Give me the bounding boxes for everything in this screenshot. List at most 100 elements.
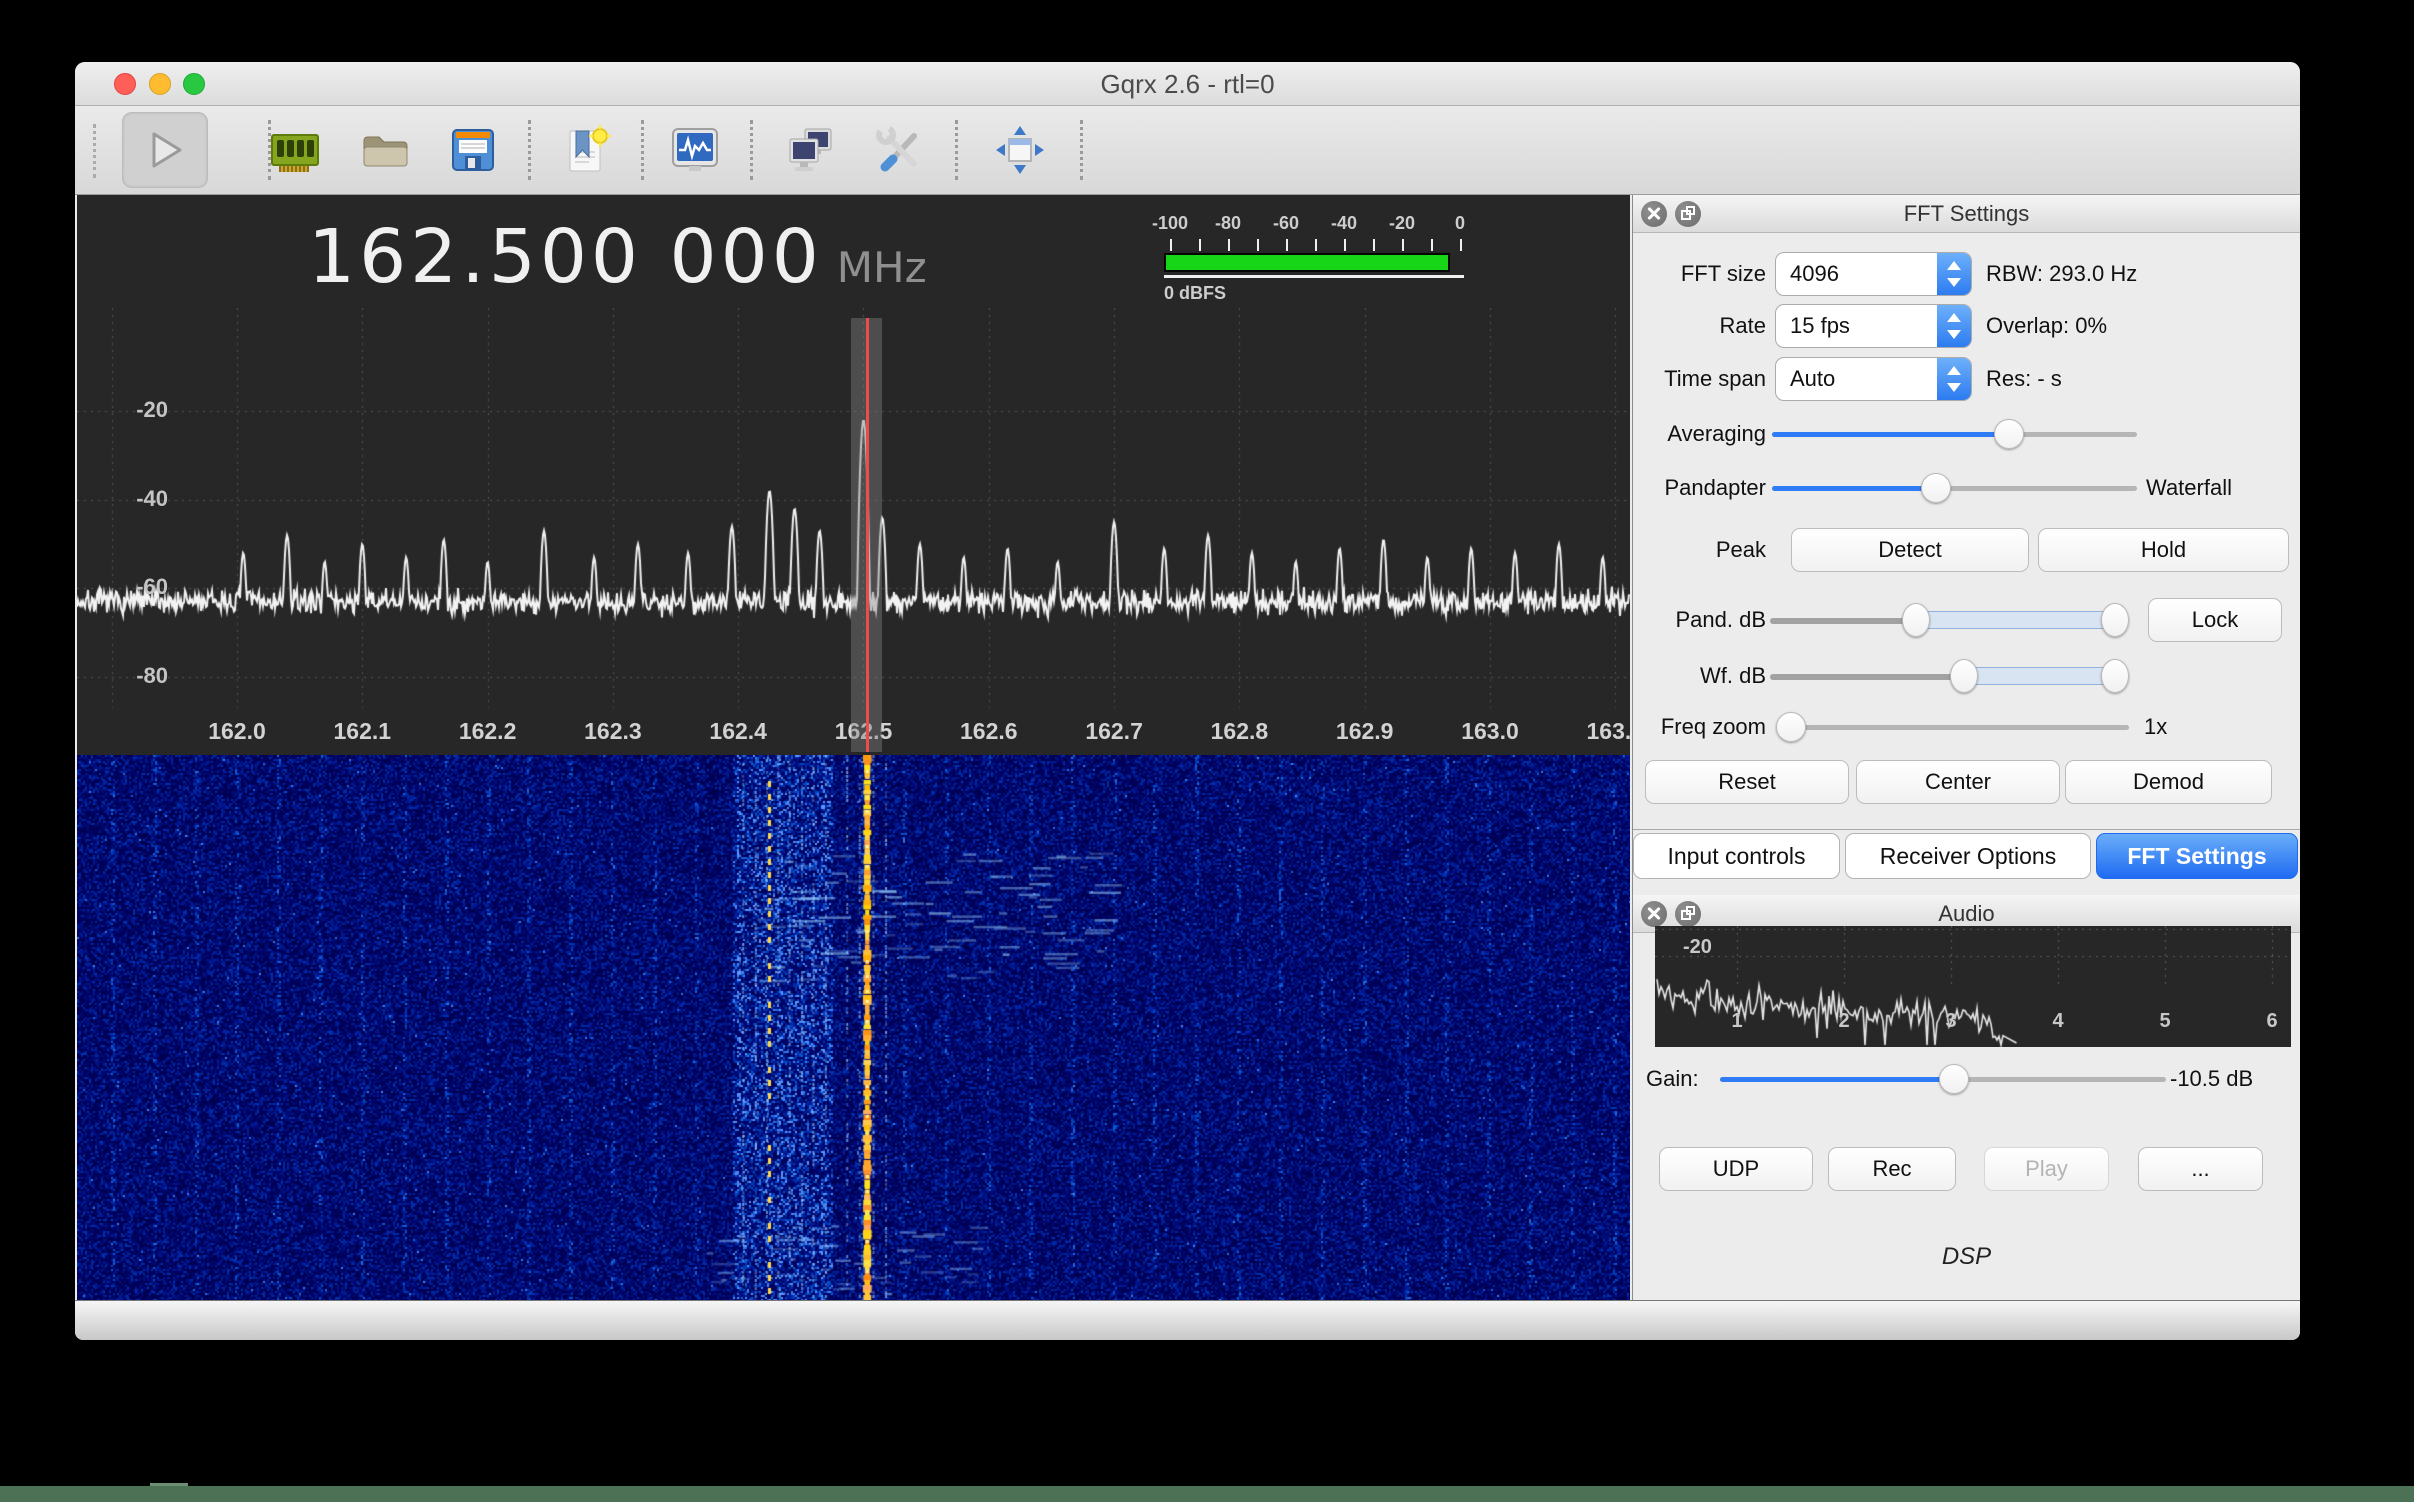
rbw-text: RBW: 293.0 Hz bbox=[1986, 252, 2137, 296]
computers-icon bbox=[782, 122, 838, 178]
db-tick-label: -60 bbox=[106, 574, 168, 600]
freq-tick-label: 162.9 bbox=[1336, 708, 1394, 755]
circuit-board-icon bbox=[267, 122, 323, 178]
toolbar-separator bbox=[955, 120, 958, 180]
audio-freq-tick-label: 4 bbox=[2052, 1010, 2063, 1033]
fft-size-select[interactable]: 4096 bbox=[1775, 252, 1972, 296]
dsp-dock-label: DSP bbox=[1633, 1243, 2300, 1271]
panel-close-icon[interactable] bbox=[1641, 901, 1667, 927]
minimize-button[interactable] bbox=[149, 73, 171, 95]
fft-display-button[interactable] bbox=[659, 114, 731, 186]
tools-button[interactable] bbox=[864, 114, 936, 186]
close-button[interactable] bbox=[114, 73, 136, 95]
rate-label: Rate bbox=[1633, 304, 1766, 348]
start-dsp-button[interactable] bbox=[122, 112, 208, 188]
pandapter-db-range-slider[interactable] bbox=[1770, 598, 2126, 642]
save-settings-button[interactable] bbox=[437, 114, 509, 186]
panel-tabbar: Input controls Receiver Options FFT Sett… bbox=[1633, 833, 2300, 879]
meter-tick-label: -20 bbox=[1389, 213, 1415, 234]
spectrum-pane: 162.500 000 MHz -100-80-60-40-200 0 dBFS… bbox=[77, 195, 1630, 1300]
frequency-digits[interactable]: 162.500 000 bbox=[308, 209, 823, 305]
toolbar-drag-handle[interactable] bbox=[93, 124, 96, 178]
udp-button[interactable]: UDP bbox=[1659, 1147, 1813, 1191]
demod-button[interactable]: Demod bbox=[2065, 760, 2272, 804]
freq-zoom-slider[interactable] bbox=[1777, 705, 2129, 749]
peak-hold-button[interactable]: Hold bbox=[2038, 528, 2289, 572]
freq-zoom-label: Freq zoom bbox=[1633, 705, 1766, 749]
meter-tick-label: 0 bbox=[1455, 213, 1465, 234]
reset-button[interactable]: Reset bbox=[1645, 760, 1849, 804]
freq-tick-label: 162.7 bbox=[1085, 708, 1143, 755]
averaging-slider[interactable] bbox=[1772, 412, 2137, 456]
slider-handle[interactable] bbox=[1994, 419, 2024, 449]
load-settings-button[interactable] bbox=[349, 114, 421, 186]
record-button[interactable]: Rec bbox=[1828, 1147, 1956, 1191]
panel-close-icon[interactable] bbox=[1641, 201, 1667, 227]
tab-input-controls[interactable]: Input controls bbox=[1633, 833, 1840, 879]
wf-db-label: Wf. dB bbox=[1633, 654, 1766, 698]
configure-io-button[interactable] bbox=[259, 114, 331, 186]
peak-label: Peak bbox=[1633, 528, 1766, 572]
tuner-line[interactable] bbox=[866, 318, 869, 752]
remote-control-button[interactable] bbox=[774, 114, 846, 186]
averaging-label: Averaging bbox=[1633, 412, 1766, 456]
peak-detect-button[interactable]: Detect bbox=[1791, 528, 2029, 572]
tab-fft-settings[interactable]: FFT Settings bbox=[2096, 833, 2298, 879]
range-handle-high[interactable] bbox=[2101, 659, 2129, 693]
toolbar-separator bbox=[528, 120, 531, 180]
audio-freq-tick-label: 3 bbox=[1945, 1010, 1956, 1033]
zoom-button[interactable] bbox=[183, 73, 205, 95]
audio-gain-slider[interactable] bbox=[1720, 1057, 2166, 1101]
fullscreen-button[interactable] bbox=[984, 114, 1056, 186]
audio-spectrum-plot bbox=[1655, 926, 2291, 1047]
tab-receiver-options[interactable]: Receiver Options bbox=[1845, 833, 2091, 879]
rate-select[interactable]: 15 fps bbox=[1775, 304, 1972, 348]
dock-panels: FFT Settings FFT size 4096 RBW: 293.0 Hz… bbox=[1632, 195, 2300, 1300]
time-span-select[interactable]: Auto bbox=[1775, 357, 1972, 401]
frequency-unit: MHz bbox=[837, 243, 927, 292]
db-tick-label: -80 bbox=[106, 663, 168, 689]
range-handle-low[interactable] bbox=[1902, 603, 1930, 637]
desktop-background: Gqrx 2.6 - rtl=0 bbox=[0, 0, 2414, 1502]
lock-button[interactable]: Lock bbox=[2148, 598, 2282, 642]
folder-open-icon bbox=[357, 122, 413, 178]
titlebar[interactable]: Gqrx 2.6 - rtl=0 bbox=[75, 62, 2300, 106]
toolbar-separator bbox=[641, 120, 644, 180]
frequency-display[interactable]: 162.500 000 MHz bbox=[308, 209, 927, 305]
slider-handle[interactable] bbox=[1939, 1064, 1969, 1094]
freq-zoom-value: 1x bbox=[2144, 705, 2167, 749]
spinner-icon bbox=[1937, 253, 1971, 295]
range-handle-high[interactable] bbox=[2101, 603, 2129, 637]
meter-level-bar bbox=[1164, 253, 1450, 272]
pandapter-waterfall-split-slider[interactable] bbox=[1772, 466, 2137, 510]
tuner-band[interactable] bbox=[851, 318, 882, 752]
db-tick-label: -40 bbox=[106, 486, 168, 512]
toolbar-separator bbox=[750, 120, 753, 180]
audio-options-button[interactable]: ... bbox=[2138, 1147, 2263, 1191]
freq-tick-label: 163.0 bbox=[1461, 708, 1519, 755]
meter-tick-label: -40 bbox=[1331, 213, 1357, 234]
audio-freq-tick-label: 5 bbox=[2159, 1010, 2170, 1033]
waterfall-db-range-slider[interactable] bbox=[1770, 654, 2126, 698]
panel-float-icon[interactable] bbox=[1675, 201, 1701, 227]
center-button[interactable]: Center bbox=[1856, 760, 2060, 804]
slider-handle[interactable] bbox=[1776, 712, 1806, 742]
panel-float-icon[interactable] bbox=[1675, 901, 1701, 927]
bookmark-new-icon bbox=[557, 122, 613, 178]
res-text: Res: - s bbox=[1986, 357, 2062, 401]
overlap-text: Overlap: 0% bbox=[1986, 304, 2107, 348]
slider-handle[interactable] bbox=[1921, 473, 1951, 503]
fft-settings-header[interactable]: FFT Settings bbox=[1633, 195, 2300, 233]
pandapter-split-label: Pandapter bbox=[1633, 466, 1766, 510]
meter-tick-label: -80 bbox=[1215, 213, 1241, 234]
signal-meter: -100-80-60-40-200 0 dBFS bbox=[1164, 213, 1474, 305]
waterfall-display[interactable] bbox=[77, 755, 1630, 1300]
wrench-screwdriver-icon bbox=[872, 122, 928, 178]
freq-tick-label: 162.6 bbox=[960, 708, 1018, 755]
play-button[interactable]: Play bbox=[1984, 1147, 2109, 1191]
freq-tick-label: 163.1 bbox=[1587, 708, 1630, 755]
audio-freq-tick-label: 6 bbox=[2266, 1010, 2277, 1033]
bookmarks-button[interactable] bbox=[549, 114, 621, 186]
range-handle-low[interactable] bbox=[1950, 659, 1978, 693]
fft-size-label: FFT size bbox=[1633, 252, 1766, 296]
